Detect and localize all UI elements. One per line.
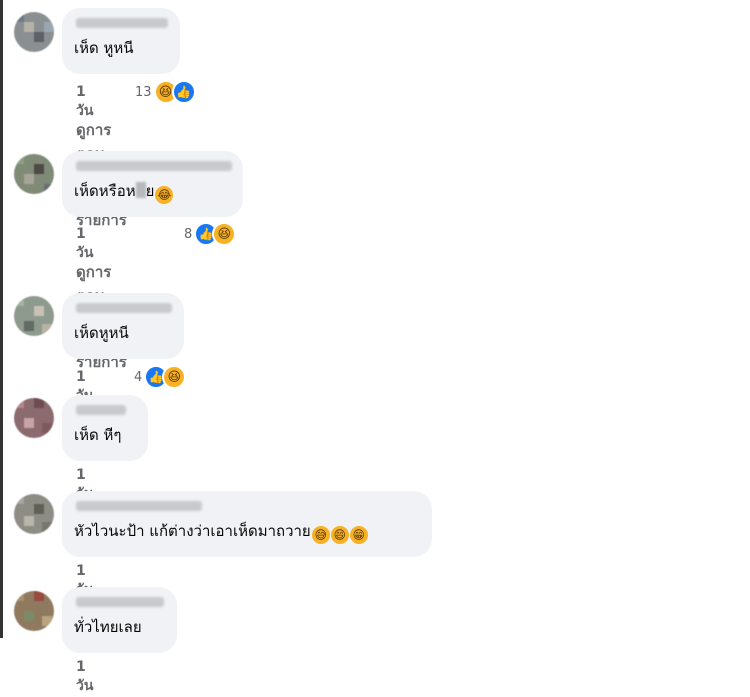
grin-emoji-icon: 😁 [349,526,368,544]
laughing-emoji-icon: 😂 [155,186,174,204]
comment-bubble: เห็ด หูหนี [62,8,180,74]
comment-text-part: เห็ดหรือห [74,182,136,200]
comment-text-part: ย [145,182,155,200]
haha-icon: 😆 [212,222,237,246]
reaction-count: 4 [134,369,143,385]
reaction-count: 13 [135,84,152,100]
avatar[interactable] [14,591,54,631]
comment-text: เห็ด หีๆ [74,426,122,444]
like-icon: 👍 [171,80,196,104]
comment-text-part: หัวไวนะป้า แก้ต่างว่าเอาเห็ดมาถวาย [74,522,311,540]
reaction-count: 8 [184,226,193,242]
author-name[interactable] [76,597,164,607]
reaction-summary[interactable]: 13 😆 👍 [135,80,196,104]
sweat-smile-emoji-icon: 😅 [311,526,330,544]
censor-block [135,182,146,198]
comment-bubble: ทั่วไทยเลย [62,587,177,653]
author-name[interactable] [76,501,202,511]
author-name[interactable] [76,303,172,313]
reaction-summary[interactable]: 8 👍 😆 [184,222,237,246]
comment-bubble: หัวไวนะป้า แก้ต่างว่าเอาเห็ดมาถวาย 😅 😄 😁 [62,491,432,557]
comment-text: หัวไวนะป้า แก้ต่างว่าเอาเห็ดมาถวาย 😅 😄 😁 [74,521,420,544]
comment-time[interactable]: 1 วัน [76,84,93,122]
reaction-summary[interactable]: 4 👍 😆 [134,365,187,389]
comment-time[interactable]: 1 วัน [76,659,93,697]
comment-time[interactable]: 1 วัน [76,226,93,264]
thread-line [0,0,3,638]
comment-text: ทั่วไทยเลย [74,618,142,636]
author-name[interactable] [76,18,168,28]
avatar[interactable] [14,398,54,438]
smile-emoji-icon: 😄 [330,526,349,544]
avatar[interactable] [14,494,54,534]
comment-text: เห็ดหูหนี [74,324,129,342]
author-name[interactable] [76,405,126,415]
author-name[interactable] [76,161,232,171]
comment-bubble: เห็ดหรือห ย 😂 [62,151,243,217]
comment-bubble: เห็ดหูหนี [62,293,184,359]
comment-text: เห็ด หูหนี [74,39,134,57]
avatar[interactable] [14,154,54,194]
comment-bubble: เห็ด หีๆ [62,395,148,461]
haha-icon: 😆 [162,365,187,389]
avatar[interactable] [14,12,54,52]
avatar[interactable] [14,296,54,336]
comment-text: เห็ดหรือห ย 😂 [74,181,231,204]
